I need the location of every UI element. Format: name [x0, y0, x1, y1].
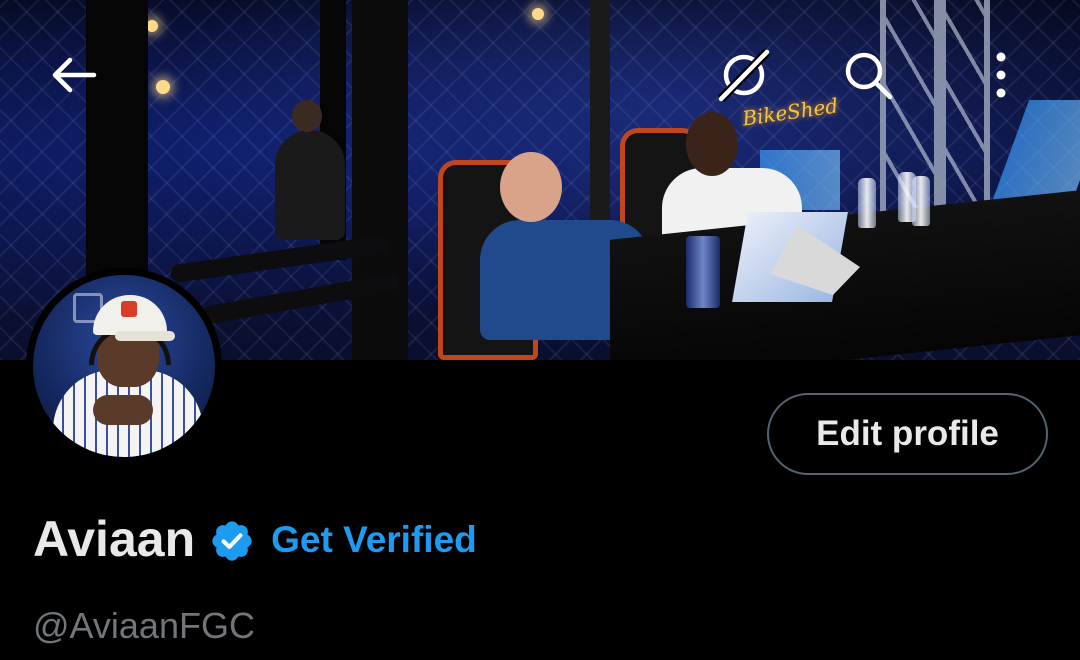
more-vertical-icon [996, 52, 1006, 98]
verified-badge-icon[interactable] [209, 518, 255, 564]
avatar-cap-logo [121, 301, 137, 317]
banner-commentator-head [500, 152, 562, 222]
back-arrow-icon [52, 57, 97, 93]
banner-light [156, 80, 170, 94]
banner-cage-post [352, 0, 408, 360]
banner-truss [940, 0, 990, 215]
banner-camera-operator-head [292, 100, 322, 132]
edit-profile-button[interactable]: Edit profile [767, 393, 1048, 475]
avatar-arm [93, 395, 153, 425]
banner-commentator-head [686, 112, 738, 176]
profile-handle: @AviaanFGC [33, 605, 255, 646]
avatar[interactable] [26, 268, 222, 464]
grok-icon [717, 48, 771, 103]
banner-water-bottle [858, 178, 876, 228]
display-name: Aviaan [33, 511, 196, 567]
more-options-button[interactable] [972, 46, 1030, 104]
banner-light [532, 8, 544, 20]
back-button[interactable] [45, 46, 103, 104]
profile-page: BikeShed Edit profile Aviaan Get Verifie… [0, 0, 1080, 660]
search-button[interactable] [839, 46, 897, 104]
banner-drink-can [686, 236, 720, 308]
search-icon [845, 52, 893, 100]
banner-water-bottle [912, 176, 930, 226]
grok-button[interactable] [715, 46, 773, 104]
get-verified-link[interactable]: Get Verified [271, 519, 477, 561]
profile-name-row: Aviaan Get Verified [33, 506, 477, 572]
avatar-image [33, 275, 215, 457]
banner-cage-post [590, 0, 610, 220]
banner-camera-operator [275, 130, 345, 240]
